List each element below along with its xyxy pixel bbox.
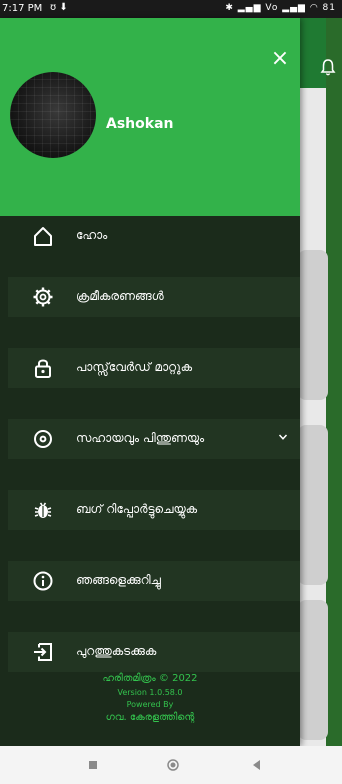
menu-item-logout[interactable]: പുറത്തുകടക്കുക [8,632,300,672]
home-icon [34,227,52,246]
system-navigation-bar [0,746,342,784]
avatar-image [10,72,96,158]
footer-organization: ഗവ. കേരളത്തിന്റെ [105,712,195,723]
menu-item-label: സഹായവും പിന്തുണയും [76,431,205,445]
status-time: 7:17 PM [2,3,43,14]
background-card [298,600,328,740]
recent-apps-icon[interactable] [86,758,100,772]
menu-item-about-us[interactable]: ഞങ്ങളെക്കുറിച്ചു [8,561,300,601]
status-bar: 7:17 PM ʊ ⬇ ✱ ▂▄▆ Vo ▂▄▆ ◠ 81 [0,0,342,18]
home-button-icon[interactable] [166,758,180,772]
lock-icon [35,359,51,378]
menu-item-help-support[interactable]: സഹായവും പിന്തുണയും [8,419,300,459]
background-card [298,425,328,585]
footer-powered-by: Powered By [126,700,174,709]
back-icon[interactable] [250,758,264,772]
status-left-icons: ʊ ⬇ [50,2,68,13]
background-card [298,250,328,400]
menu-item-label: ഹോം [76,228,108,242]
user-name: Ashokan [106,116,174,132]
footer-copyright: ഹരിതമിത്രം © 2022 [102,673,198,684]
logout-icon [34,643,52,661]
settings-gear-icon [33,287,53,307]
menu-item-label: ക്രമീകരണങ്ങൾ [76,289,164,303]
help-support-icon [34,430,52,448]
avatar [10,72,96,158]
menu-item-home[interactable]: ഹോം [8,216,300,256]
background-green-strip [326,18,342,746]
menu-item-change-password[interactable]: പാസ്സ്‌വേർഡ് മാറ്റുക [8,348,300,388]
info-icon [33,571,53,591]
close-icon[interactable]: × [268,48,292,72]
menu-item-label: പാസ്സ്‌വേർഡ് മാറ്റുക [76,360,193,374]
notification-bell-icon[interactable] [320,58,336,76]
menu-item-label: ബഗ് റിപ്പോർട്ടുചെയ്യുക [76,502,198,516]
status-right-icons: ✱ ▂▄▆ Vo ▂▄▆ ◠ 81 [225,3,336,13]
footer-version: Version 1.0.58.0 [117,688,183,697]
menu-item-label: പുറത്തുകടക്കുക [76,644,157,658]
menu-item-label: ഞങ്ങളെക്കുറിച്ചു [76,573,161,587]
navigation-drawer: × Ashokan ഹോം ക്രമീകരണങ്ങൾ [0,18,300,746]
menu-item-settings[interactable]: ക്രമീകരണങ്ങൾ [8,277,300,317]
bug-icon [34,502,52,518]
menu-item-report-bug[interactable]: ബഗ് റിപ്പോർട്ടുചെയ്യുക [8,490,300,530]
drawer-header: × Ashokan [0,18,300,216]
app-screen: 7:17 PM ʊ ⬇ ✱ ▂▄▆ Vo ▂▄▆ ◠ 81 × Ashokan … [0,0,342,784]
chevron-down-icon[interactable] [278,432,288,442]
